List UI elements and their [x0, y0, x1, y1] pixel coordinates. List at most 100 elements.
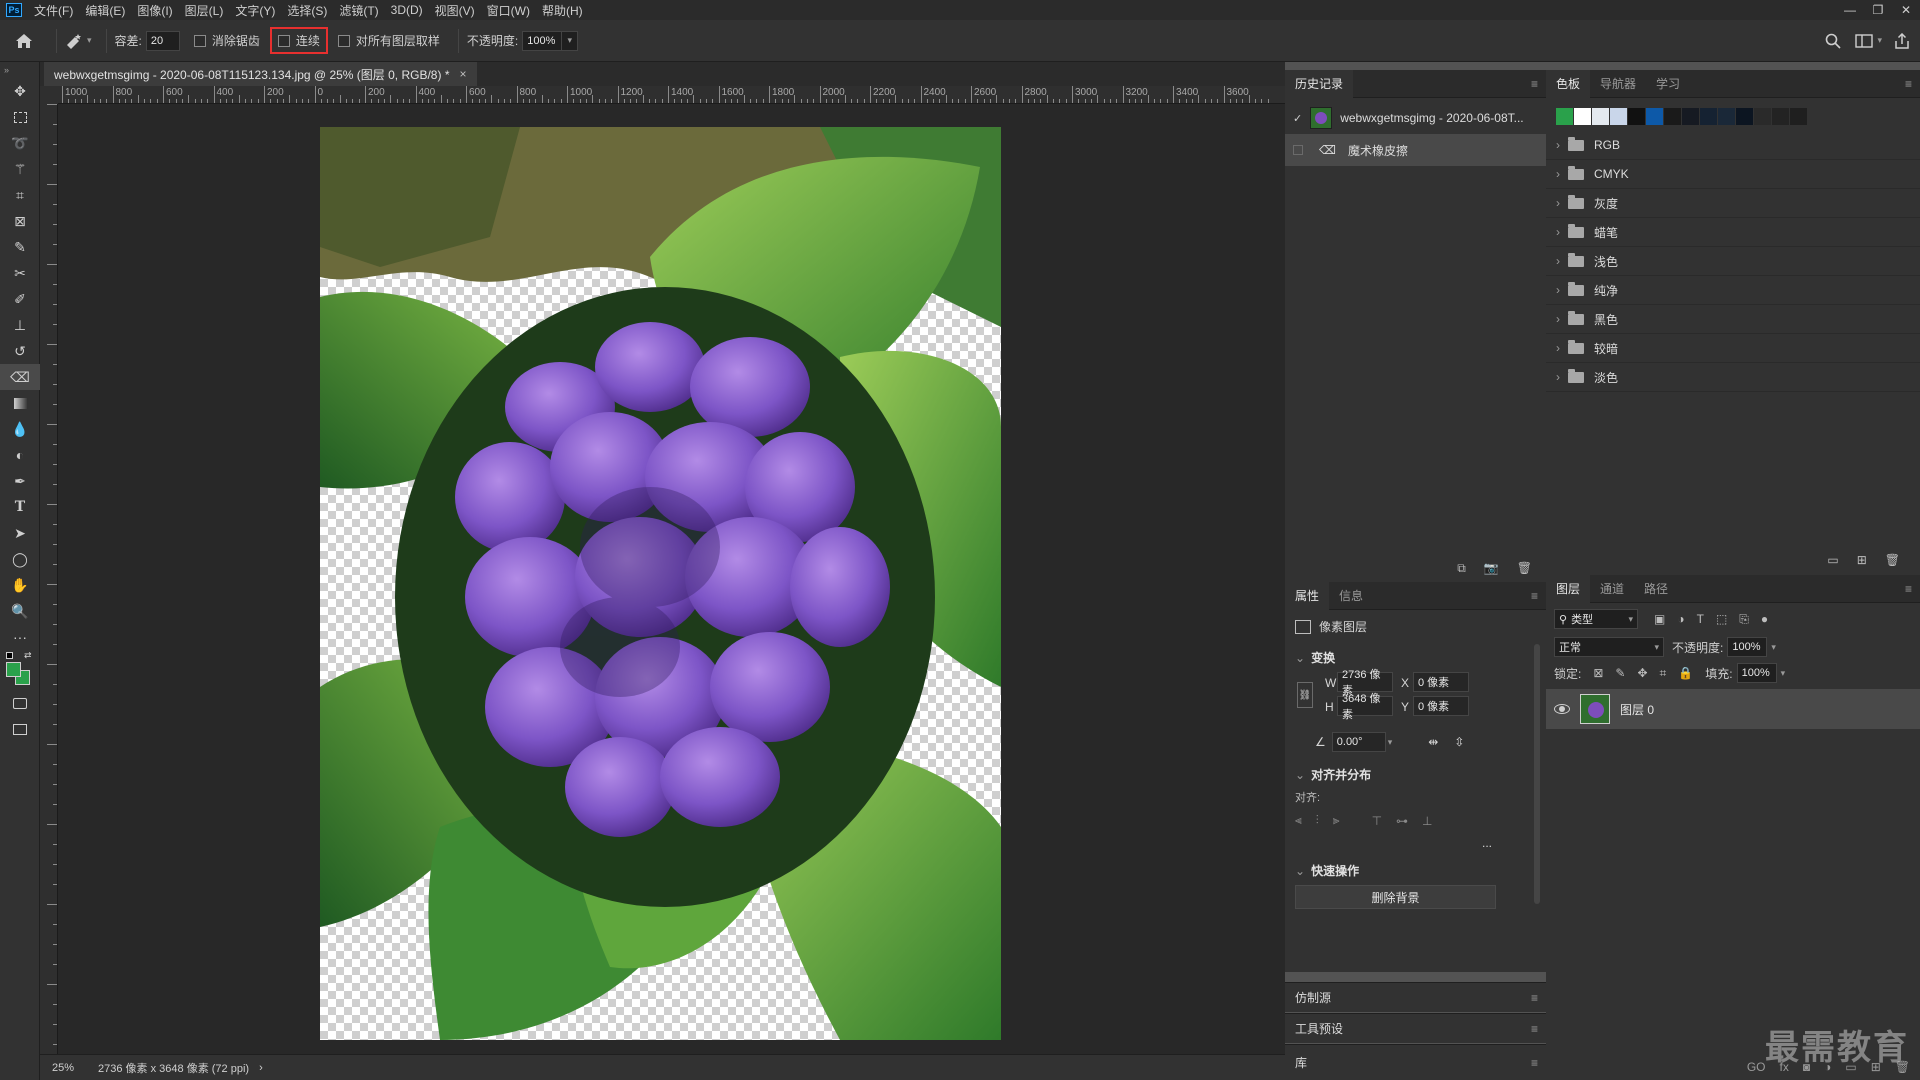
menu-help[interactable]: 帮助(H): [536, 2, 589, 19]
layer-filter-select[interactable]: ⚲ 类型 ▾: [1554, 609, 1638, 629]
lock-all-icon[interactable]: 🔒: [1678, 666, 1693, 680]
menu-image[interactable]: 图像(I): [131, 2, 178, 19]
tab-learn[interactable]: 学习: [1646, 70, 1690, 98]
menu-filter[interactable]: 滤镜(T): [333, 2, 384, 19]
menu-window[interactable]: 窗口(W): [481, 2, 536, 19]
tab-properties[interactable]: 属性: [1285, 581, 1330, 610]
type-tool[interactable]: T: [0, 494, 40, 520]
eyedropper-tool[interactable]: ✎: [0, 234, 40, 260]
link-layers-icon[interactable]: GO: [1747, 1060, 1766, 1074]
filter-type-icon[interactable]: T: [1697, 612, 1704, 626]
tab-info[interactable]: 信息: [1329, 582, 1373, 610]
color-swatch[interactable]: [1718, 108, 1735, 125]
sample-all-layers-checkbox[interactable]: 对所有图层取样: [337, 32, 440, 49]
swatch-group-row[interactable]: › 纯净: [1546, 276, 1920, 305]
swatch-group-row[interactable]: › 淡色: [1546, 363, 1920, 392]
properties-scrollbar[interactable]: [1534, 644, 1540, 904]
align-middle-v-icon[interactable]: ⊶: [1396, 814, 1408, 828]
vertical-ruler[interactable]: [40, 104, 58, 1054]
contiguous-checkbox[interactable]: 连续: [269, 27, 328, 54]
x-input[interactable]: 0 像素: [1413, 672, 1469, 692]
swatch-group-row[interactable]: › 较暗: [1546, 334, 1920, 363]
flip-vertical-icon[interactable]: ⇳: [1454, 735, 1464, 749]
panel-menu-icon[interactable]: ≡: [1531, 1056, 1538, 1070]
panel-menu-icon[interactable]: ≡: [1531, 991, 1538, 1005]
align-top-icon[interactable]: ⊤: [1372, 814, 1382, 828]
align-bottom-icon[interactable]: ⊥: [1422, 814, 1432, 828]
angle-input[interactable]: 0.00°: [1331, 732, 1386, 752]
clone-stamp-tool[interactable]: ⊥: [0, 312, 40, 338]
history-snapshot[interactable]: ✓ webwxgetmsgimg - 2020-06-08T...: [1285, 102, 1546, 134]
panel-menu-icon[interactable]: ≡: [1905, 582, 1912, 596]
flip-horizontal-icon[interactable]: ⇹: [1428, 735, 1438, 749]
restore-button[interactable]: ❐: [1864, 0, 1892, 20]
filter-pixel-icon[interactable]: ▣: [1654, 612, 1665, 626]
quick-mask-button[interactable]: [0, 690, 40, 716]
color-swatch[interactable]: [1574, 108, 1591, 125]
trash-icon[interactable]: 🗑: [1885, 553, 1900, 567]
menu-type[interactable]: 文字(Y): [229, 2, 281, 19]
panel-menu-icon[interactable]: ≡: [1905, 77, 1912, 91]
panel-menu-icon[interactable]: ≡: [1531, 589, 1538, 603]
align-left-icon[interactable]: ⫷: [1295, 813, 1302, 828]
y-input[interactable]: 0 像素: [1413, 696, 1469, 716]
filter-adjustment-icon[interactable]: ◑: [1677, 612, 1684, 626]
lasso-tool[interactable]: ➰: [0, 130, 40, 156]
lock-position-icon[interactable]: ✥: [1637, 666, 1647, 680]
color-swatches[interactable]: ⇄: [0, 650, 40, 690]
tool-collapse[interactable]: »: [0, 62, 40, 78]
chevron-right-icon[interactable]: ›: [1556, 312, 1560, 326]
brush-tool[interactable]: ✐: [0, 286, 40, 312]
swatch-group-row[interactable]: › 黑色: [1546, 305, 1920, 334]
zoom-level[interactable]: 25%: [52, 1062, 74, 1074]
chevron-right-icon[interactable]: ›: [1556, 283, 1560, 297]
color-swatch[interactable]: [1790, 108, 1807, 125]
chevron-down-icon[interactable]: ▾: [1781, 668, 1786, 679]
link-icon[interactable]: ⛓: [1297, 682, 1313, 708]
tool-presets-panel[interactable]: 工具预设 ≡: [1285, 1013, 1546, 1043]
eye-icon[interactable]: [1554, 704, 1570, 714]
color-swatch[interactable]: [1646, 108, 1663, 125]
workspace-icon[interactable]: [1855, 33, 1874, 48]
tab-navigator[interactable]: 导航器: [1590, 70, 1646, 98]
swatch-group-row[interactable]: › 蜡笔: [1546, 218, 1920, 247]
align-section-header[interactable]: ⌄ 对齐并分布: [1285, 760, 1546, 789]
new-group-icon[interactable]: ▭: [1827, 553, 1838, 567]
menu-file[interactable]: 文件(F): [28, 2, 79, 19]
brush-source-icon[interactable]: ✓: [1293, 112, 1302, 125]
menu-select[interactable]: 选择(S): [281, 2, 333, 19]
history-step[interactable]: ⌫ 魔术橡皮擦: [1285, 134, 1546, 166]
marquee-tool[interactable]: [0, 104, 40, 130]
tab-paths[interactable]: 路径: [1634, 575, 1678, 603]
gradient-tool[interactable]: [0, 390, 40, 416]
swatch-group-row[interactable]: › 灰度: [1546, 189, 1920, 218]
chevron-right-icon[interactable]: ›: [1556, 254, 1560, 268]
crop-tool[interactable]: ⌗: [0, 182, 40, 208]
width-input[interactable]: 2736 像素: [1337, 669, 1393, 697]
chevron-right-icon[interactable]: ›: [1556, 138, 1560, 152]
swatch-group-row[interactable]: › CMYK: [1546, 160, 1920, 189]
history-brush-tool[interactable]: ↺: [0, 338, 40, 364]
lock-artboard-icon[interactable]: ⌗: [1660, 666, 1667, 681]
canvas-area[interactable]: [58, 104, 1285, 1054]
panel-menu-icon[interactable]: ≡: [1531, 1022, 1538, 1036]
swatch-group-row[interactable]: › 浅色: [1546, 247, 1920, 276]
document-tab[interactable]: webwxgetmsgimg - 2020-06-08T115123.134.j…: [44, 62, 477, 86]
color-swatch[interactable]: [1628, 108, 1645, 125]
layer-opacity-input[interactable]: 100%: [1727, 637, 1768, 657]
share-icon[interactable]: [1894, 32, 1910, 49]
home-button[interactable]: [0, 20, 48, 62]
color-swatch[interactable]: [1592, 108, 1609, 125]
frame-tool[interactable]: ⊠: [0, 208, 40, 234]
menu-view[interactable]: 视图(V): [429, 2, 481, 19]
more-tools[interactable]: ···: [0, 624, 40, 650]
tab-layers[interactable]: 图层: [1546, 574, 1591, 603]
new-document-icon[interactable]: ⧉: [1457, 561, 1466, 576]
minimize-button[interactable]: —: [1836, 0, 1864, 20]
transform-section-header[interactable]: ⌄ 变换: [1285, 643, 1546, 672]
chevron-right-icon[interactable]: ›: [1556, 341, 1560, 355]
library-panel[interactable]: 库 ≡: [1285, 1044, 1546, 1080]
tolerance-input[interactable]: 20: [145, 30, 180, 51]
chevron-right-icon[interactable]: ›: [1556, 370, 1560, 384]
antialias-checkbox[interactable]: 消除锯齿: [193, 32, 260, 49]
